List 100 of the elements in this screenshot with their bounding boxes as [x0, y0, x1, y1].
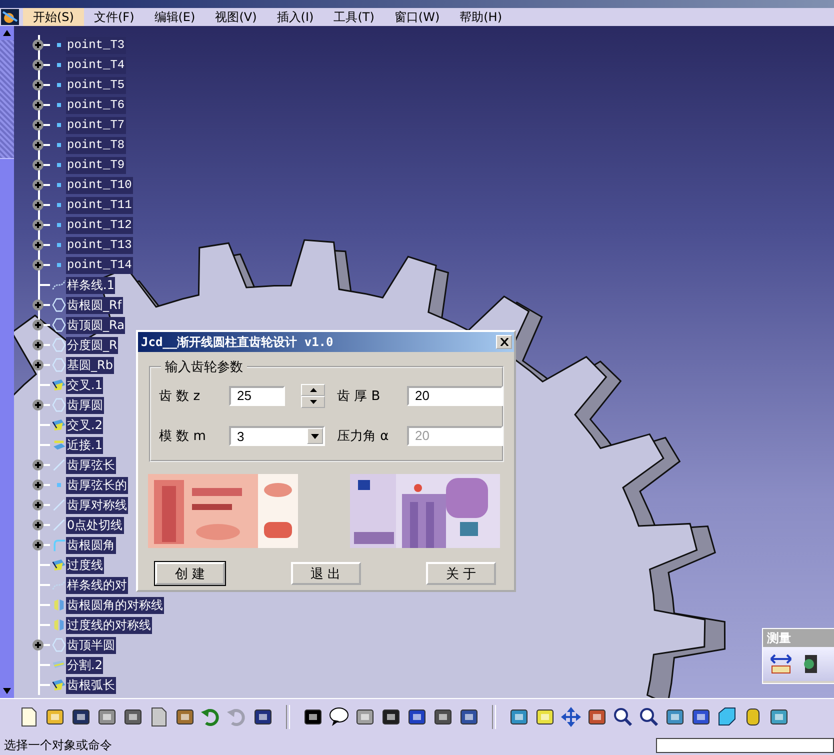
expand-icon[interactable]: [32, 59, 44, 71]
dialog-title: Jcd__渐开线圆柱直齿轮设计 v1.0: [141, 334, 334, 350]
expand-icon[interactable]: [32, 79, 44, 91]
close-button[interactable]: [496, 335, 512, 349]
expand-icon[interactable]: [32, 459, 44, 471]
group-title: 输入齿轮参数: [161, 358, 247, 376]
app-logo-icon[interactable]: [1, 9, 19, 25]
menu-item[interactable]: 插入(I): [266, 8, 324, 26]
expand-icon[interactable]: [32, 219, 44, 231]
tree-item[interactable]: point_T8: [66, 136, 126, 154]
expand-icon[interactable]: [32, 479, 44, 491]
tree-item[interactable]: point_T3: [66, 36, 126, 54]
intersection-icon: [52, 677, 66, 693]
pan-icon[interactable]: [560, 706, 582, 728]
tree-item[interactable]: 齿根圆角的对称线: [66, 596, 164, 614]
tree-item[interactable]: 过度线的对称线: [66, 616, 152, 634]
expand-icon[interactable]: [32, 119, 44, 131]
zoom-in-icon[interactable]: [612, 706, 634, 728]
menu-item[interactable]: 编辑(E): [144, 8, 206, 26]
expand-icon[interactable]: [32, 159, 44, 171]
tree-item[interactable]: 基圆_Rb: [66, 356, 114, 374]
expand-icon[interactable]: [32, 139, 44, 151]
spline-icon: [52, 278, 66, 292]
tree-item[interactable]: 齿顶半圆: [66, 636, 116, 654]
expand-icon[interactable]: [32, 339, 44, 351]
tree-item[interactable]: 过度线: [66, 556, 104, 574]
tree-item[interactable]: 齿根圆_Rf: [66, 296, 123, 314]
menu-item[interactable]: 开始(S): [23, 8, 84, 26]
tree-item[interactable]: point_T7: [66, 116, 126, 134]
dialog-button[interactable]: 创 建: [155, 562, 225, 585]
number-field[interactable]: 25: [229, 386, 285, 406]
zoom-out-icon[interactable]: [638, 706, 660, 728]
tree-item[interactable]: 齿厚对称线: [66, 496, 128, 514]
toolbar-title: 测量: [763, 629, 834, 647]
tree-item[interactable]: point_T10: [66, 176, 133, 194]
tree-item[interactable]: 齿厚圆: [66, 396, 104, 414]
expand-icon[interactable]: [32, 499, 44, 511]
expand-icon[interactable]: [32, 319, 44, 331]
command-field[interactable]: [656, 738, 834, 752]
expand-icon[interactable]: [32, 299, 44, 311]
tree-item[interactable]: 齿厚弦长的: [66, 476, 128, 494]
tree-item[interactable]: point_T13: [66, 236, 133, 254]
dialog-button[interactable]: 关 于: [426, 562, 496, 585]
dropdown-field[interactable]: 3: [229, 426, 325, 446]
expand-icon[interactable]: [32, 399, 44, 411]
expand-icon[interactable]: [32, 639, 44, 651]
tree-item[interactable]: point_T5: [66, 76, 126, 94]
tree-item[interactable]: 齿顶圆_Ra: [66, 316, 126, 334]
up-arrow-icon: [310, 388, 316, 392]
field-label: 模 数 m: [159, 428, 207, 445]
field-label: 齿 数 z: [159, 388, 202, 405]
scroll-up-icon[interactable]: [0, 26, 14, 40]
expand-icon[interactable]: [32, 199, 44, 211]
tree-item[interactable]: point_T11: [66, 196, 133, 214]
expand-icon[interactable]: [32, 539, 44, 551]
expand-icon[interactable]: [32, 99, 44, 111]
tree-item[interactable]: 样条线的对: [66, 576, 128, 594]
down-arrow-icon: [310, 400, 316, 404]
menu-item[interactable]: 视图(V): [205, 8, 267, 26]
spin-down-button[interactable]: [301, 396, 325, 408]
line-icon: [52, 517, 66, 533]
tree-item[interactable]: 0点处切线: [66, 516, 124, 534]
field-label: 齿 厚 B: [337, 388, 382, 405]
menu-item[interactable]: 文件(F): [84, 8, 144, 26]
tree-item[interactable]: point_T4: [66, 56, 126, 74]
expand-icon[interactable]: [32, 259, 44, 271]
tree-item[interactable]: point_T12: [66, 216, 133, 234]
tree-item[interactable]: 齿根圆角: [66, 536, 116, 554]
tree-item[interactable]: 交叉.2: [66, 416, 104, 434]
tree-item[interactable]: point_T9: [66, 156, 126, 174]
expand-icon[interactable]: [32, 359, 44, 371]
tree-item[interactable]: 样条线.1: [66, 276, 116, 294]
scroll-down-icon[interactable]: [0, 684, 14, 698]
dialog-button[interactable]: 退 出: [290, 562, 360, 585]
tree-item[interactable]: 近接.1: [66, 436, 104, 454]
symmetry-icon: [52, 597, 66, 613]
spin-up-button[interactable]: [301, 384, 325, 396]
measure-ruler-icon[interactable]: [769, 653, 793, 675]
expand-icon[interactable]: [32, 39, 44, 51]
intersection-icon: [52, 377, 66, 393]
expand-icon[interactable]: [32, 519, 44, 531]
expand-icon[interactable]: [32, 179, 44, 191]
tree-item[interactable]: 齿根弧长: [66, 676, 116, 694]
tree-item[interactable]: 分割.2: [66, 656, 104, 674]
menu-item[interactable]: 帮助(H): [450, 8, 512, 26]
tree-item[interactable]: point_T14: [66, 256, 133, 274]
menu-item[interactable]: 窗口(W): [384, 8, 450, 26]
spline-icon: [52, 578, 66, 592]
tree-item[interactable]: 分度圆_R: [66, 336, 118, 354]
tree-item[interactable]: 交叉.1: [66, 376, 104, 394]
dropdown-arrow-icon: [311, 434, 319, 438]
tree-item[interactable]: point_T6: [66, 96, 126, 114]
menu-item[interactable]: 工具(T): [324, 8, 384, 26]
line-icon: [52, 457, 66, 473]
expand-icon[interactable]: [32, 239, 44, 251]
comment-icon[interactable]: [328, 706, 350, 728]
status-text: 选择一个对象或命令: [4, 736, 112, 754]
cube-view-icon[interactable]: [716, 706, 738, 728]
tree-item[interactable]: 齿厚弦长: [66, 456, 116, 474]
text-field[interactable]: 20: [407, 386, 503, 406]
